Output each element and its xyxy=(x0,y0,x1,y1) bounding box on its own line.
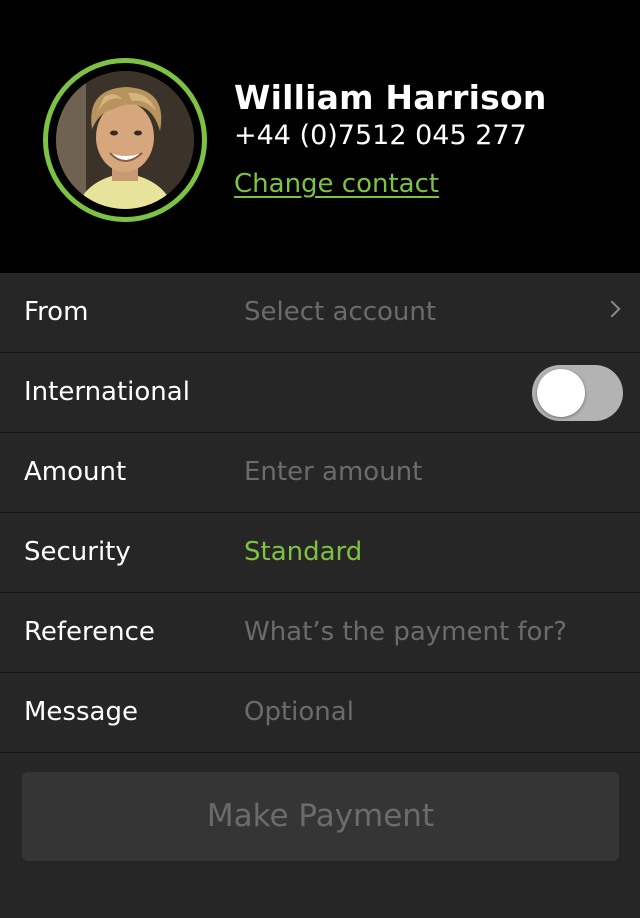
international-row: International xyxy=(0,353,640,433)
security-label: Security xyxy=(24,537,131,567)
security-value[interactable]: Standard xyxy=(244,513,362,592)
contact-name: William Harrison xyxy=(234,78,547,117)
from-row[interactable]: From Select account xyxy=(0,273,640,353)
amount-row[interactable]: Amount Enter amount xyxy=(0,433,640,513)
message-row[interactable]: Message Optional xyxy=(0,673,640,753)
reference-row[interactable]: Reference What’s the payment for? xyxy=(0,593,640,673)
amount-input[interactable]: Enter amount xyxy=(244,433,422,512)
chevron-right-icon xyxy=(603,300,621,318)
contact-phone: +44 (0)7512 045 277 xyxy=(234,120,527,151)
change-contact-link[interactable]: Change contact xyxy=(234,169,439,199)
contact-header: William Harrison +44 (0)7512 045 277 Cha… xyxy=(0,0,640,273)
security-row[interactable]: Security Standard xyxy=(0,513,640,593)
avatar-ring xyxy=(43,58,207,222)
reference-input[interactable]: What’s the payment for? xyxy=(244,593,567,672)
avatar xyxy=(56,71,194,209)
from-account-select[interactable]: Select account xyxy=(244,273,436,352)
make-payment-button[interactable]: Make Payment xyxy=(22,772,619,861)
from-label: From xyxy=(24,297,89,327)
message-input[interactable]: Optional xyxy=(244,673,354,752)
amount-label: Amount xyxy=(24,457,127,487)
reference-label: Reference xyxy=(24,617,155,647)
message-label: Message xyxy=(24,697,138,727)
toggle-knob xyxy=(537,369,585,417)
avatar-photo xyxy=(56,71,194,209)
international-label: International xyxy=(24,377,190,407)
payment-form: From Select account International Amount… xyxy=(0,273,640,753)
international-toggle[interactable] xyxy=(532,365,623,421)
